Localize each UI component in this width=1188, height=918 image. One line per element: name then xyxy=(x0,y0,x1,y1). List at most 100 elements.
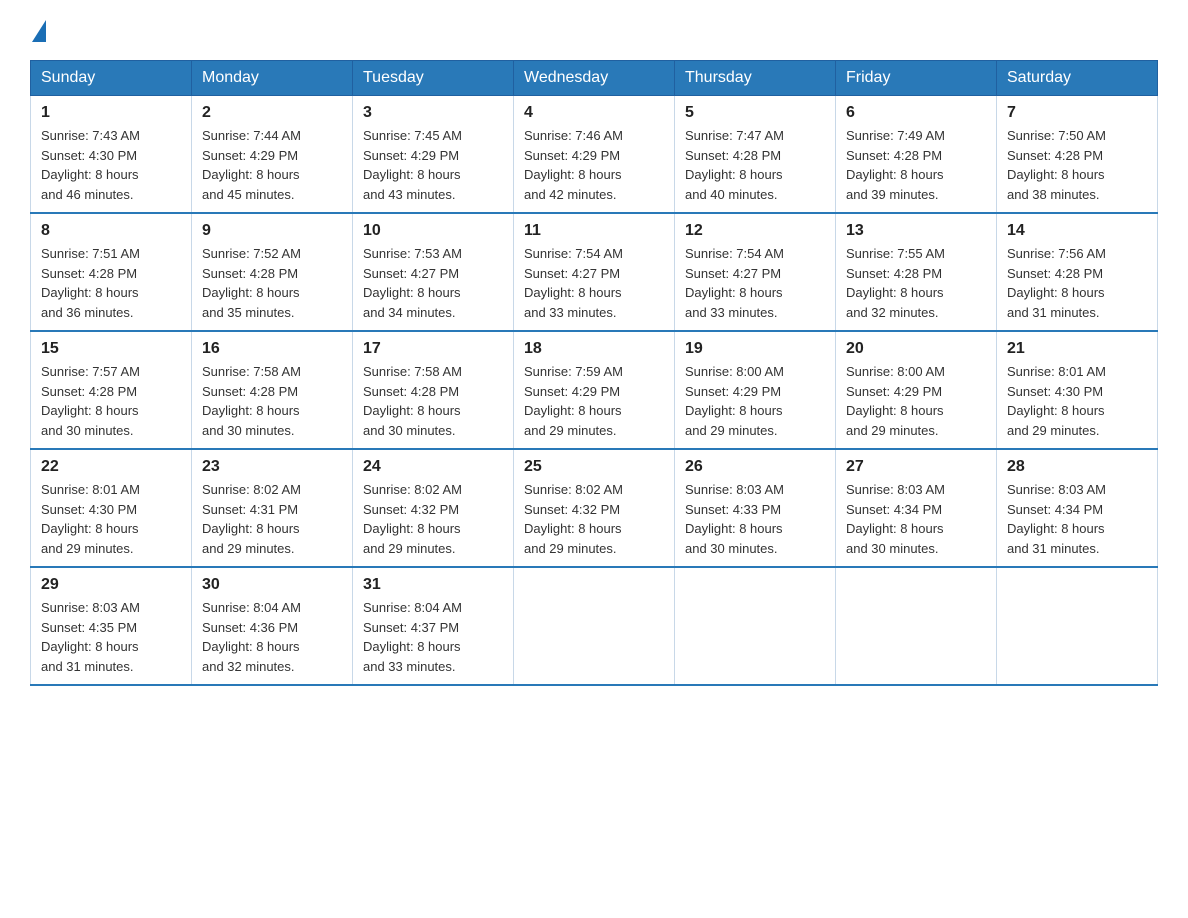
day-number: 15 xyxy=(41,340,181,358)
calendar-cell: 5 Sunrise: 7:47 AM Sunset: 4:28 PM Dayli… xyxy=(675,96,836,214)
calendar-cell: 16 Sunrise: 7:58 AM Sunset: 4:28 PM Dayl… xyxy=(192,331,353,449)
calendar-cell: 14 Sunrise: 7:56 AM Sunset: 4:28 PM Dayl… xyxy=(997,213,1158,331)
calendar-header: SundayMondayTuesdayWednesdayThursdayFrid… xyxy=(31,61,1158,96)
day-info: Sunrise: 7:56 AM Sunset: 4:28 PM Dayligh… xyxy=(1007,244,1147,322)
day-number: 3 xyxy=(363,104,503,122)
day-number: 21 xyxy=(1007,340,1147,358)
day-number: 22 xyxy=(41,458,181,476)
day-number: 23 xyxy=(202,458,342,476)
day-number: 5 xyxy=(685,104,825,122)
day-number: 29 xyxy=(41,576,181,594)
day-info: Sunrise: 7:45 AM Sunset: 4:29 PM Dayligh… xyxy=(363,126,503,204)
calendar-cell: 6 Sunrise: 7:49 AM Sunset: 4:28 PM Dayli… xyxy=(836,96,997,214)
day-info: Sunrise: 7:46 AM Sunset: 4:29 PM Dayligh… xyxy=(524,126,664,204)
day-info: Sunrise: 8:01 AM Sunset: 4:30 PM Dayligh… xyxy=(41,480,181,558)
day-info: Sunrise: 7:53 AM Sunset: 4:27 PM Dayligh… xyxy=(363,244,503,322)
day-info: Sunrise: 7:58 AM Sunset: 4:28 PM Dayligh… xyxy=(363,362,503,440)
header-thursday: Thursday xyxy=(675,61,836,96)
day-info: Sunrise: 7:58 AM Sunset: 4:28 PM Dayligh… xyxy=(202,362,342,440)
calendar-cell: 17 Sunrise: 7:58 AM Sunset: 4:28 PM Dayl… xyxy=(353,331,514,449)
day-number: 7 xyxy=(1007,104,1147,122)
day-number: 26 xyxy=(685,458,825,476)
day-info: Sunrise: 8:03 AM Sunset: 4:34 PM Dayligh… xyxy=(1007,480,1147,558)
week-row-2: 8 Sunrise: 7:51 AM Sunset: 4:28 PM Dayli… xyxy=(31,213,1158,331)
header-friday: Friday xyxy=(836,61,997,96)
calendar-cell: 24 Sunrise: 8:02 AM Sunset: 4:32 PM Dayl… xyxy=(353,449,514,567)
day-info: Sunrise: 8:02 AM Sunset: 4:32 PM Dayligh… xyxy=(363,480,503,558)
day-number: 25 xyxy=(524,458,664,476)
calendar-cell: 2 Sunrise: 7:44 AM Sunset: 4:29 PM Dayli… xyxy=(192,96,353,214)
calendar-cell: 21 Sunrise: 8:01 AM Sunset: 4:30 PM Dayl… xyxy=(997,331,1158,449)
week-row-3: 15 Sunrise: 7:57 AM Sunset: 4:28 PM Dayl… xyxy=(31,331,1158,449)
day-info: Sunrise: 7:49 AM Sunset: 4:28 PM Dayligh… xyxy=(846,126,986,204)
day-number: 9 xyxy=(202,222,342,240)
week-row-4: 22 Sunrise: 8:01 AM Sunset: 4:30 PM Dayl… xyxy=(31,449,1158,567)
day-number: 16 xyxy=(202,340,342,358)
calendar-cell: 13 Sunrise: 7:55 AM Sunset: 4:28 PM Dayl… xyxy=(836,213,997,331)
calendar-cell: 15 Sunrise: 7:57 AM Sunset: 4:28 PM Dayl… xyxy=(31,331,192,449)
day-info: Sunrise: 8:02 AM Sunset: 4:32 PM Dayligh… xyxy=(524,480,664,558)
day-info: Sunrise: 7:57 AM Sunset: 4:28 PM Dayligh… xyxy=(41,362,181,440)
page-header xyxy=(30,20,1158,40)
day-info: Sunrise: 8:00 AM Sunset: 4:29 PM Dayligh… xyxy=(685,362,825,440)
calendar-cell: 11 Sunrise: 7:54 AM Sunset: 4:27 PM Dayl… xyxy=(514,213,675,331)
calendar-cell: 30 Sunrise: 8:04 AM Sunset: 4:36 PM Dayl… xyxy=(192,567,353,685)
calendar-cell xyxy=(997,567,1158,685)
header-wednesday: Wednesday xyxy=(514,61,675,96)
calendar-cell xyxy=(836,567,997,685)
calendar-cell: 29 Sunrise: 8:03 AM Sunset: 4:35 PM Dayl… xyxy=(31,567,192,685)
day-info: Sunrise: 7:43 AM Sunset: 4:30 PM Dayligh… xyxy=(41,126,181,204)
day-number: 2 xyxy=(202,104,342,122)
calendar-cell: 9 Sunrise: 7:52 AM Sunset: 4:28 PM Dayli… xyxy=(192,213,353,331)
day-info: Sunrise: 8:04 AM Sunset: 4:37 PM Dayligh… xyxy=(363,598,503,676)
day-number: 20 xyxy=(846,340,986,358)
header-monday: Monday xyxy=(192,61,353,96)
day-number: 14 xyxy=(1007,222,1147,240)
day-info: Sunrise: 7:50 AM Sunset: 4:28 PM Dayligh… xyxy=(1007,126,1147,204)
day-info: Sunrise: 7:51 AM Sunset: 4:28 PM Dayligh… xyxy=(41,244,181,322)
calendar-cell: 3 Sunrise: 7:45 AM Sunset: 4:29 PM Dayli… xyxy=(353,96,514,214)
day-info: Sunrise: 7:47 AM Sunset: 4:28 PM Dayligh… xyxy=(685,126,825,204)
day-number: 19 xyxy=(685,340,825,358)
calendar-cell: 12 Sunrise: 7:54 AM Sunset: 4:27 PM Dayl… xyxy=(675,213,836,331)
day-info: Sunrise: 8:02 AM Sunset: 4:31 PM Dayligh… xyxy=(202,480,342,558)
day-number: 12 xyxy=(685,222,825,240)
day-info: Sunrise: 8:00 AM Sunset: 4:29 PM Dayligh… xyxy=(846,362,986,440)
day-number: 30 xyxy=(202,576,342,594)
calendar-cell: 8 Sunrise: 7:51 AM Sunset: 4:28 PM Dayli… xyxy=(31,213,192,331)
day-number: 13 xyxy=(846,222,986,240)
day-info: Sunrise: 8:04 AM Sunset: 4:36 PM Dayligh… xyxy=(202,598,342,676)
day-number: 24 xyxy=(363,458,503,476)
header-tuesday: Tuesday xyxy=(353,61,514,96)
day-number: 4 xyxy=(524,104,664,122)
calendar-cell: 19 Sunrise: 8:00 AM Sunset: 4:29 PM Dayl… xyxy=(675,331,836,449)
day-number: 28 xyxy=(1007,458,1147,476)
calendar-cell xyxy=(675,567,836,685)
calendar-cell: 22 Sunrise: 8:01 AM Sunset: 4:30 PM Dayl… xyxy=(31,449,192,567)
day-number: 27 xyxy=(846,458,986,476)
header-saturday: Saturday xyxy=(997,61,1158,96)
day-number: 17 xyxy=(363,340,503,358)
day-info: Sunrise: 7:54 AM Sunset: 4:27 PM Dayligh… xyxy=(685,244,825,322)
day-info: Sunrise: 7:54 AM Sunset: 4:27 PM Dayligh… xyxy=(524,244,664,322)
day-info: Sunrise: 7:55 AM Sunset: 4:28 PM Dayligh… xyxy=(846,244,986,322)
day-info: Sunrise: 7:44 AM Sunset: 4:29 PM Dayligh… xyxy=(202,126,342,204)
day-info: Sunrise: 8:03 AM Sunset: 4:35 PM Dayligh… xyxy=(41,598,181,676)
calendar-cell: 26 Sunrise: 8:03 AM Sunset: 4:33 PM Dayl… xyxy=(675,449,836,567)
logo-triangle-icon xyxy=(32,20,46,42)
calendar-cell: 18 Sunrise: 7:59 AM Sunset: 4:29 PM Dayl… xyxy=(514,331,675,449)
day-info: Sunrise: 8:03 AM Sunset: 4:33 PM Dayligh… xyxy=(685,480,825,558)
day-number: 8 xyxy=(41,222,181,240)
calendar-cell: 4 Sunrise: 7:46 AM Sunset: 4:29 PM Dayli… xyxy=(514,96,675,214)
calendar-cell: 28 Sunrise: 8:03 AM Sunset: 4:34 PM Dayl… xyxy=(997,449,1158,567)
calendar-cell: 7 Sunrise: 7:50 AM Sunset: 4:28 PM Dayli… xyxy=(997,96,1158,214)
day-number: 11 xyxy=(524,222,664,240)
calendar-cell: 10 Sunrise: 7:53 AM Sunset: 4:27 PM Dayl… xyxy=(353,213,514,331)
calendar-cell: 31 Sunrise: 8:04 AM Sunset: 4:37 PM Dayl… xyxy=(353,567,514,685)
day-info: Sunrise: 7:59 AM Sunset: 4:29 PM Dayligh… xyxy=(524,362,664,440)
logo xyxy=(30,20,46,40)
calendar-cell xyxy=(514,567,675,685)
day-info: Sunrise: 7:52 AM Sunset: 4:28 PM Dayligh… xyxy=(202,244,342,322)
day-number: 18 xyxy=(524,340,664,358)
calendar-cell: 20 Sunrise: 8:00 AM Sunset: 4:29 PM Dayl… xyxy=(836,331,997,449)
